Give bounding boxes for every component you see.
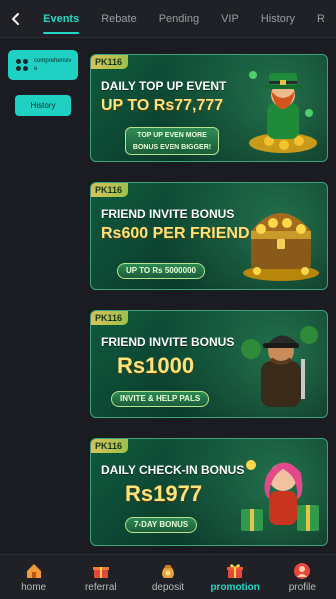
nav-profile[interactable]: profile (272, 562, 332, 593)
banner-amount: Rs1977 (125, 481, 203, 506)
top-tab-bar: Events Rebate Pending VIP History R (0, 0, 336, 38)
brand-logo: PK116 (91, 183, 129, 197)
history-button[interactable]: History (15, 95, 71, 116)
banner-amount: Rs600 PER FRIEND (101, 225, 250, 242)
banner-title: FRIEND INVITE BONUS (101, 335, 235, 349)
sidebar: comprehensive History (0, 38, 86, 554)
nav-deposit[interactable]: deposit (138, 562, 198, 593)
home-icon (26, 563, 41, 578)
tab-pending[interactable]: Pending (148, 0, 210, 37)
bottom-navigation: home referral deposit promotion profile (0, 554, 336, 599)
category-comprehensive-button[interactable]: comprehensive (8, 50, 78, 80)
category-tabs: Events Rebate Pending VIP History R (32, 0, 336, 37)
tab-vip[interactable]: VIP (210, 0, 250, 37)
present-icon (227, 563, 244, 578)
tab-history[interactable]: History (250, 0, 306, 37)
banner-title: FRIEND INVITE BONUS (101, 207, 235, 221)
tab-more[interactable]: R (306, 0, 336, 37)
banner-friend-invite-600[interactable]: PK116 FRIEND INVITE BONUS Rs600 PER FRIE… (90, 182, 328, 290)
banner-daily-top-up[interactable]: PK116 DAILY TOP UP EVENT UP TO Rs77,777 … (90, 54, 328, 162)
brand-logo: PK116 (91, 55, 129, 69)
profile-icon (294, 562, 311, 579)
nav-profile-label: profile (288, 581, 316, 593)
nav-referral[interactable]: referral (71, 562, 131, 593)
banner-tagline: UP TO Rs 5000000 (117, 263, 205, 279)
pirate-illustration (241, 326, 318, 407)
money-bag-icon (161, 564, 174, 578)
grid-icon (16, 59, 28, 71)
category-label: comprehensive (34, 58, 72, 72)
nav-home[interactable]: home (4, 562, 64, 593)
banner-title: DAILY CHECK-IN BONUS (101, 463, 245, 477)
nav-promotion-label: promotion (210, 581, 260, 593)
banner-amount: UP TO Rs77,777 (101, 97, 224, 114)
banner-daily-check-in[interactable]: PK116 DAILY CHECK-IN BONUS Rs1977 7-DAY … (90, 438, 328, 546)
gift-box-icon (92, 566, 109, 578)
treasure-chest-illustration (243, 213, 319, 281)
banner-amount: Rs1000 (117, 353, 195, 378)
back-button[interactable] (0, 0, 32, 37)
nav-referral-label: referral (84, 581, 117, 593)
brand-logo: PK116 (91, 439, 129, 453)
banner-tagline: 7-DAY BONUS (125, 517, 198, 533)
tab-rebate[interactable]: Rebate (90, 0, 147, 37)
banner-title: DAILY TOP UP EVENT (101, 79, 227, 93)
nav-home-label: home (21, 581, 47, 593)
nav-promotion[interactable]: promotion (205, 562, 265, 593)
tab-events[interactable]: Events (32, 0, 90, 37)
nav-deposit-label: deposit (151, 581, 185, 593)
brand-logo: PK116 (91, 311, 129, 325)
banner-tagline: INVITE & HELP PALS (111, 391, 210, 407)
girl-with-gifts-illustration (241, 460, 319, 531)
banner-friend-invite-1000[interactable]: PK116 FRIEND INVITE BONUS Rs1000 INVITE … (90, 310, 328, 418)
banner-tagline: TOP UP EVEN MORE BONUS EVEN BIGGER! (125, 127, 219, 155)
leprechaun-illustration (249, 71, 317, 153)
chevron-left-icon (11, 12, 20, 25)
